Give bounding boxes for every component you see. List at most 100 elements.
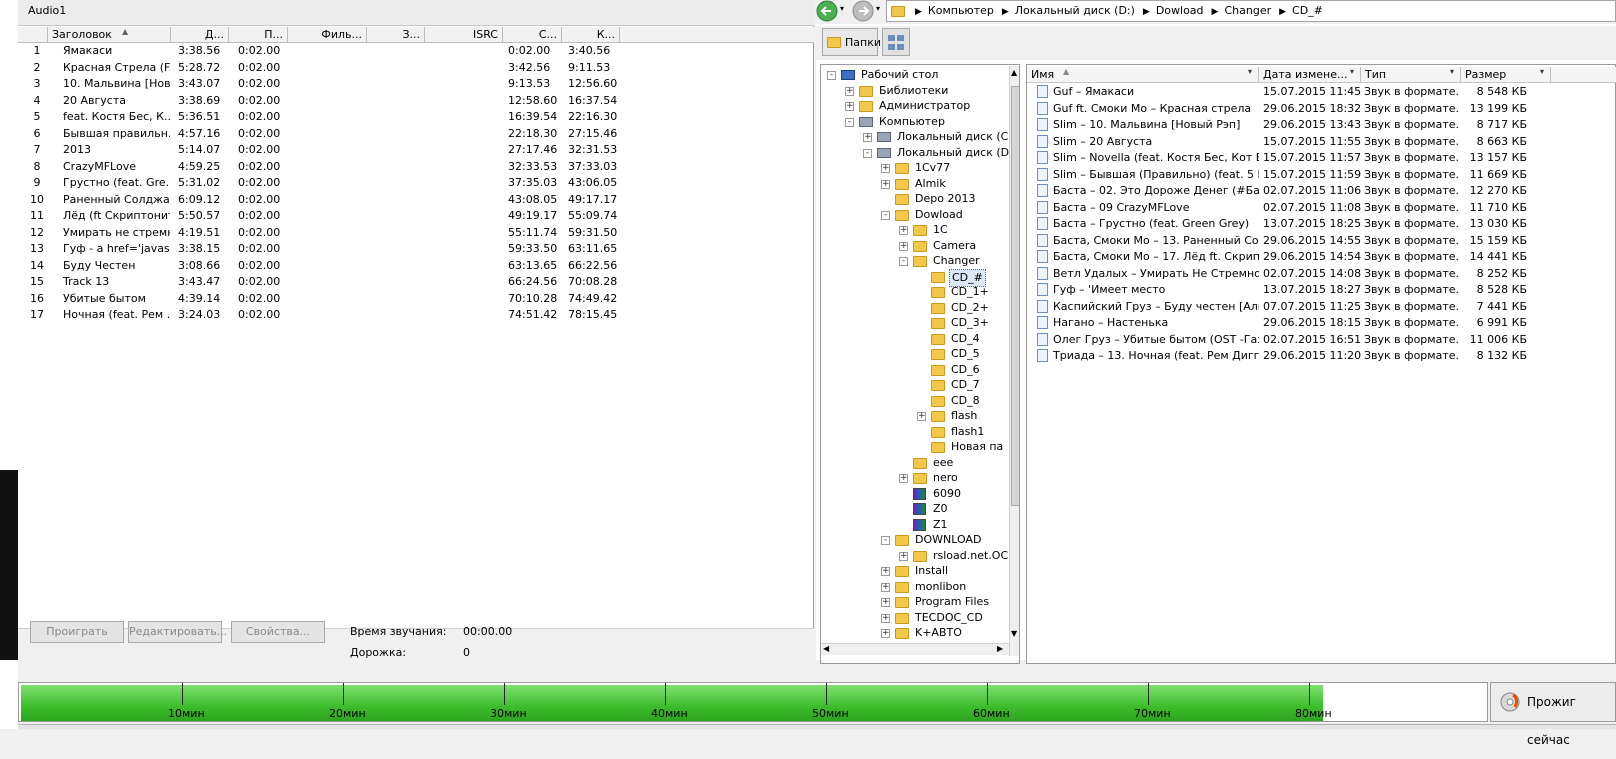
expand-icon[interactable]: + <box>881 567 890 576</box>
tree-node[interactable]: CD_4 <box>821 331 1007 347</box>
expand-icon[interactable]: + <box>881 164 890 173</box>
scroll-left-icon[interactable]: ◀ <box>823 644 829 653</box>
tree-node[interactable]: + Camera <box>821 238 1007 254</box>
column-header-number[interactable] <box>18 27 48 43</box>
track-row[interactable]: 17 Ночная (feat. Рем ... 3:24.03 0:02.00 74:… <box>18 306 658 323</box>
column-filter-icon[interactable]: ▾ <box>1350 67 1354 76</box>
track-row[interactable]: 13 Гуф - a href='javas... 3:38.15 0:02.00 59… <box>18 240 658 257</box>
track-row[interactable]: 5 feat. Костя Бес, К... 5:36.51 0:02.00 16:3… <box>18 108 658 125</box>
file-row[interactable]: Slim – Бывшая (Правильно) (feat. 5 Пл...… <box>1027 166 1616 183</box>
tree-node[interactable]: - DOWNLOAD <box>821 532 1007 548</box>
properties-button[interactable]: Свойства... <box>231 621 325 643</box>
file-row[interactable]: Ветл Удалых – Умирать Не Стремно (f... 02… <box>1027 265 1616 282</box>
expand-icon[interactable]: + <box>863 133 872 142</box>
tree-node[interactable]: + Библиотеки <box>821 83 1007 99</box>
forward-icon[interactable] <box>852 0 874 22</box>
column-header[interactable]: К... <box>562 27 620 43</box>
tree-node[interactable]: + Program Files <box>821 594 1007 610</box>
tree-node[interactable]: + K+АВТО <box>821 625 1007 641</box>
expand-icon[interactable]: + <box>881 582 890 592</box>
tree-node[interactable]: - Локальный диск (D:) <box>821 145 1017 161</box>
track-row[interactable]: 15 Track 13 3:43.47 0:02.00 66:24.56 70:08.28 <box>18 273 658 290</box>
collapse-icon[interactable]: - <box>863 148 872 158</box>
back-dropdown-icon[interactable]: ▾ <box>840 4 844 13</box>
breadcrumb-item[interactable]: Компьютер <box>928 4 994 17</box>
track-row[interactable]: 11 Лёд (ft Скриптонит) 5:50.57 0:02.00 49:19… <box>18 207 658 224</box>
burn-now-button[interactable]: Прожиг сейчас <box>1490 682 1616 747</box>
breadcrumb-item[interactable]: Локальный диск (D:) <box>1015 4 1135 17</box>
tree-node[interactable]: CD_8 <box>821 393 1007 409</box>
file-row[interactable]: Каспийский Груз – Буду честен [Альбо... 0… <box>1027 298 1616 315</box>
expand-icon[interactable]: + <box>899 241 908 251</box>
tree-node[interactable]: - Компьютер <box>821 114 1007 130</box>
tree-node[interactable]: CD_6 <box>821 362 1007 378</box>
tree-node[interactable]: +1Cv77 <box>821 160 1007 176</box>
track-row[interactable]: 4 20 Августа 3:38.69 0:02.00 12:58.60 16:37.5… <box>18 92 658 109</box>
file-row[interactable]: Гуф – 'Имеет место 13.07.2015 18:27 Звук в… <box>1027 281 1616 298</box>
file-row[interactable]: Slim – 20 Августа 15.07.2015 11:55 Звук в … <box>1027 133 1616 150</box>
track-row[interactable]: 9 Грустно (feat. Gre... 5:31.02 0:02.00 37:3… <box>18 174 658 191</box>
breadcrumb-item[interactable]: CD_# <box>1292 4 1323 17</box>
tree-node[interactable]: flash1 <box>821 424 1007 440</box>
track-row[interactable]: 1 Ямакаси 3:38.56 0:02.00 0:02.00 3:40.56 <box>18 42 658 59</box>
track-row[interactable]: 2 Красная Стрела (F... 5:28.72 0:02.00 3:42.… <box>18 59 658 76</box>
tree-node[interactable]: CD_2+ <box>821 300 1007 316</box>
column-header[interactable]: Филь... <box>288 27 367 43</box>
breadcrumb[interactable]: ▶ Компьютер ▶ Локальный диск (D:) ▶ Dowload ▶ C… <box>886 0 1616 22</box>
column-header[interactable]: С... <box>503 27 562 43</box>
file-row[interactable]: Guf ft. Смоки Мо – Красная стрела 29.06.2… <box>1027 100 1616 117</box>
file-row[interactable]: Триада – 13. Ночная (feat. Рем Дигга) 29.… <box>1027 347 1616 364</box>
column-header[interactable]: З... <box>367 27 425 43</box>
tree-node[interactable]: eee <box>821 455 1007 471</box>
scroll-thumb[interactable] <box>1011 86 1019 506</box>
column-header[interactable]: Заголовок <box>48 27 171 43</box>
view-mode-icon[interactable] <box>882 28 910 56</box>
file-row[interactable]: Баста – 09 CrazyMFLove 02.07.2015 11:08 Зв… <box>1027 199 1616 216</box>
tree-node[interactable]: - Changer <box>821 253 1007 269</box>
tree-node[interactable]: Новая па <box>821 439 1007 455</box>
expand-icon[interactable]: + <box>881 598 890 607</box>
file-row[interactable]: Guf – Ямакаси 15.07.2015 11:45 Звук в форм… <box>1027 83 1616 100</box>
tree-node[interactable]: + nero <box>821 470 1007 486</box>
scroll-up-icon[interactable]: ▲ <box>1011 68 1019 78</box>
track-row[interactable]: 6 Бывшая правильн... 4:57.16 0:02.00 22:18.3… <box>18 125 658 142</box>
scroll-down-icon[interactable]: ▼ <box>1011 629 1019 639</box>
expand-icon[interactable]: + <box>899 226 908 235</box>
tree-hscrollbar[interactable]: ◀ ▶ <box>821 643 1009 655</box>
collapse-icon[interactable]: - <box>881 210 890 220</box>
column-filter-icon[interactable]: ▾ <box>1540 67 1544 76</box>
file-row[interactable]: Slim – 10. Мальвина [Новый Рэп] 29.06.201… <box>1027 116 1616 133</box>
expand-icon[interactable]: + <box>881 629 890 638</box>
track-row[interactable]: 8 CrazyMFLove 4:59.25 0:02.00 32:33.53 37:33.… <box>18 158 658 175</box>
file-column-header[interactable]: Тип <box>1361 67 1461 83</box>
file-row[interactable]: Баста – 02. Это Дороже Денег (#Баст... 02… <box>1027 182 1616 199</box>
tree-node[interactable]: Depo 2013 <box>821 191 1007 207</box>
tree-node[interactable]: - Рабочий стол <box>821 67 1007 83</box>
column-header[interactable]: Д... <box>171 27 229 43</box>
collapse-icon[interactable]: - <box>881 536 890 545</box>
back-icon[interactable] <box>816 0 838 22</box>
column-header[interactable]: П... <box>229 27 288 43</box>
folders-button[interactable]: Папки <box>822 28 881 56</box>
play-button[interactable]: Проиграть <box>30 621 124 643</box>
tree-node[interactable]: Z1 <box>821 517 1007 533</box>
file-row[interactable]: Нагано – Настенька 29.06.2015 18:15 Звук в… <box>1027 314 1616 331</box>
file-row[interactable]: Баста – Грустно (feat. Green Grey) 13.07.… <box>1027 215 1616 232</box>
expand-icon[interactable]: + <box>917 412 926 421</box>
track-row[interactable]: 12 Умирать не стремн... 4:19.51 0:02.00 55:1… <box>18 224 658 241</box>
column-filter-icon[interactable]: ▾ <box>1248 67 1252 76</box>
tree-node[interactable]: CD_5 <box>821 346 1007 362</box>
edit-button[interactable]: Редактировать... <box>128 621 227 643</box>
tree-node[interactable]: 6090 <box>821 486 1007 502</box>
tree-node[interactable]: CD_7 <box>821 377 1007 393</box>
tree-node[interactable]: + flash <box>821 408 1007 424</box>
expand-icon[interactable]: + <box>881 613 890 623</box>
column-header[interactable]: ISRC <box>425 27 503 43</box>
tree-node[interactable]: CD_1+ <box>821 284 1007 300</box>
tree-node[interactable]: + monlibon <box>821 579 1007 595</box>
track-row[interactable]: 10 Раненный Солджа 6:09.12 0:02.00 43:08.05 4… <box>18 191 658 208</box>
tree-node[interactable]: - Dowload <box>821 207 1007 223</box>
breadcrumb-item[interactable]: Dowload <box>1156 4 1204 17</box>
expand-icon[interactable]: + <box>845 102 854 111</box>
tree-node[interactable]: + Администратор <box>821 98 1007 114</box>
